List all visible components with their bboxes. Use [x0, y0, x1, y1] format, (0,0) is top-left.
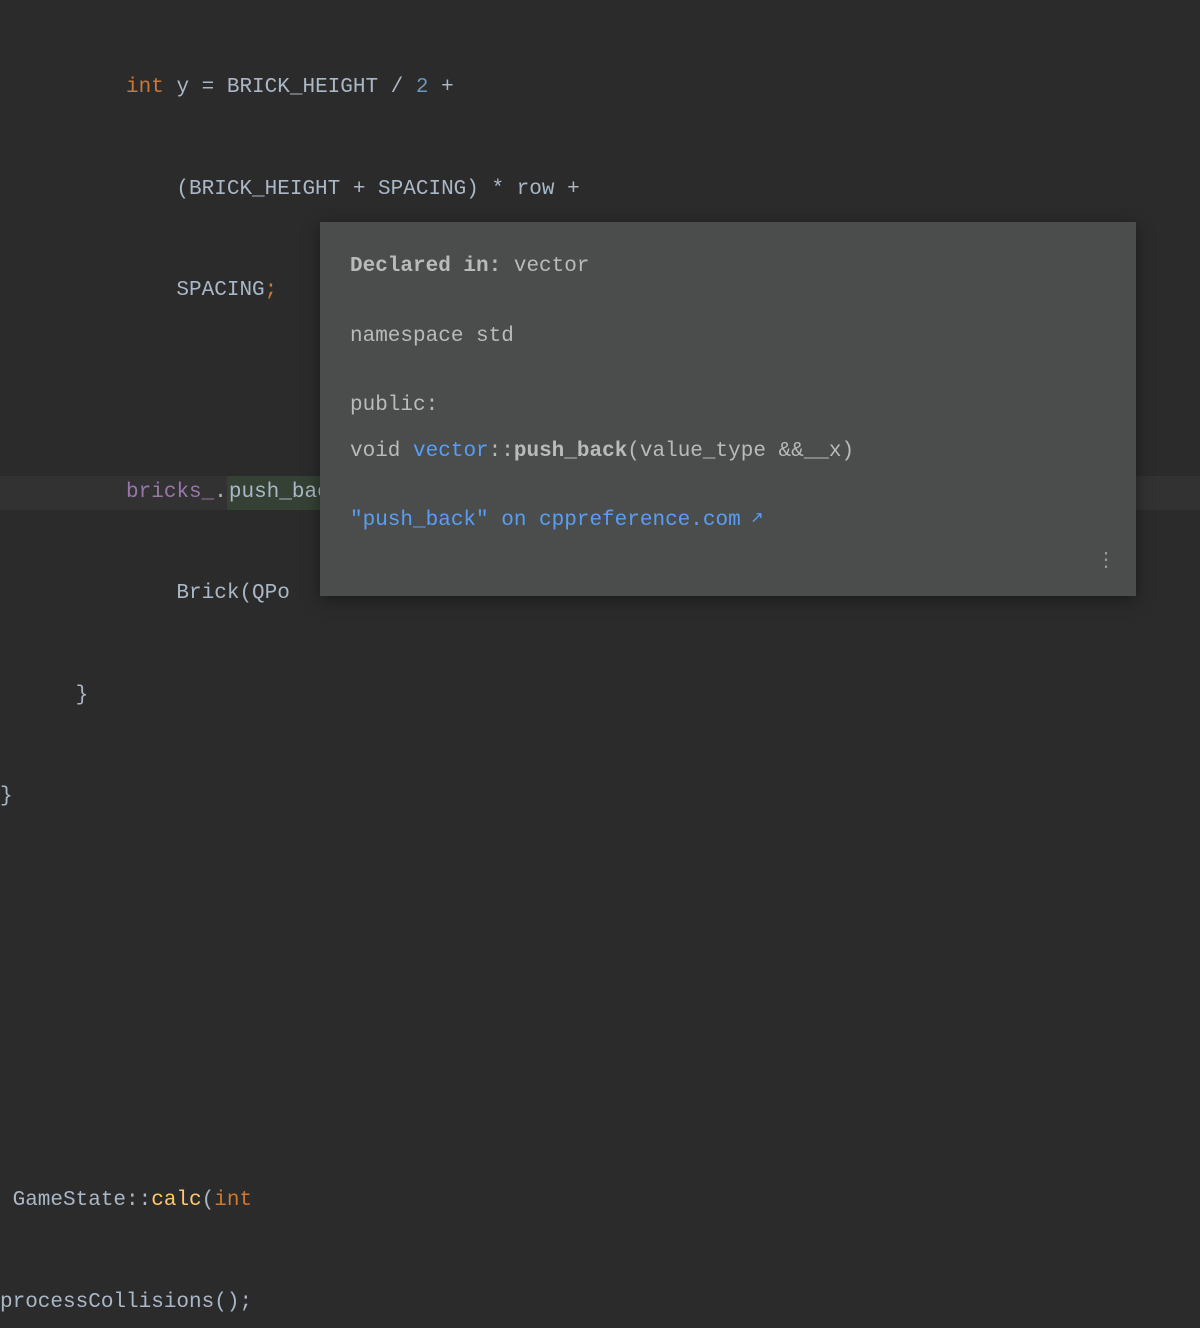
code-line[interactable] [0, 982, 1200, 1016]
tooltip-method-name: push_back [514, 440, 627, 463]
code-line[interactable]: (BRICK_HEIGHT + SPACING) * row + [0, 172, 1200, 206]
tooltip-signature: void vector::push_back(value_type &&__x) [350, 435, 1106, 469]
keyword-int: int [214, 1184, 252, 1218]
field-bricks: bricks_ [126, 476, 214, 510]
external-link-icon: ↗ [741, 510, 764, 528]
tooltip-external-link[interactable]: "push_back" on cppreference.com ↗ [350, 504, 1106, 538]
tooltip-namespace: namespace std [350, 320, 1106, 354]
number-literal: 2 [416, 71, 429, 105]
code-line[interactable] [0, 881, 1200, 915]
method-calc: calc [151, 1184, 201, 1218]
code-editor[interactable]: int y = BRICK_HEIGHT / 2 + (BRICK_HEIGHT… [0, 0, 1200, 1328]
tooltip-declared-in: Declared in: vector [350, 250, 1106, 284]
code-line[interactable]: processCollisions(); [0, 1285, 1200, 1319]
tooltip-class-link[interactable]: vector [413, 440, 489, 463]
documentation-tooltip: Declared in: vector namespace std public… [320, 222, 1136, 596]
tooltip-access: public: [350, 389, 1106, 423]
code-line[interactable]: int y = BRICK_HEIGHT / 2 + [0, 71, 1200, 105]
keyword-int: int [126, 71, 164, 105]
more-options-icon[interactable]: ⋮ [1096, 546, 1116, 578]
tooltip-label: Declared in: [350, 255, 501, 278]
code-line[interactable]: } [0, 780, 1200, 814]
code-line[interactable]: } [0, 678, 1200, 712]
code-line[interactable] [0, 1083, 1200, 1117]
code-line[interactable]: GameState::calc(int [0, 1184, 1200, 1218]
